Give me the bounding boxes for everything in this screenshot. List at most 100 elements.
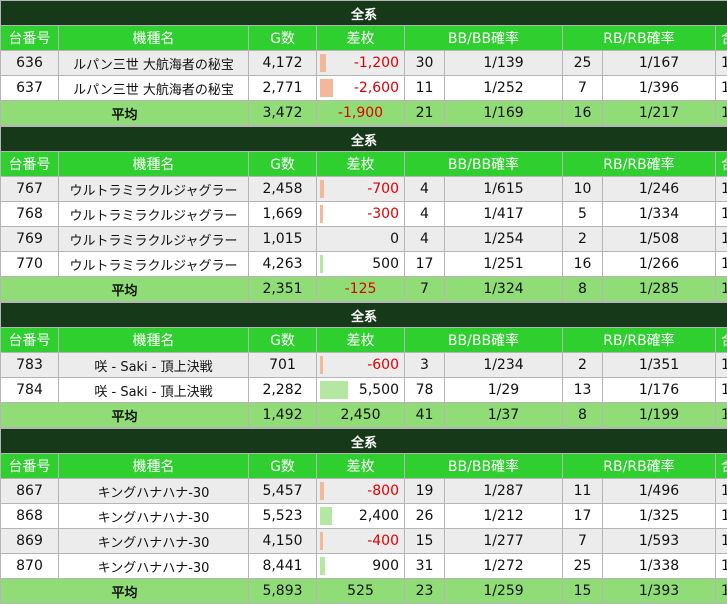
header-combined: 合成 [716,328,727,353]
positive-difference-bar [320,381,348,399]
machine-name: 咲 - Saki - 頂上決戦 [59,378,249,403]
negative-difference-bar [320,205,323,223]
combined-rate: 1/185 [716,202,727,227]
column-header-row: 台番号機種名G数差枚BB/BB確率RB/RB確率合成 [1,152,727,177]
unit-number: 768 [1,202,59,227]
bb-rate: 1/277 [445,529,563,554]
bb-count: 3 [405,353,445,378]
average-rb-count: 15 [563,579,603,604]
average-difference: 2,450 [317,403,405,428]
positive-difference-bar [320,507,332,525]
bb-count: 31 [405,554,445,579]
games-count: 701 [249,353,317,378]
difference-cell: -700 [317,177,405,202]
positive-difference-bar [320,255,323,273]
header-bb: BB/BB確率 [405,26,563,51]
bb-rate: 1/287 [445,479,563,504]
bb-count: 4 [405,177,445,202]
bb-rate: 1/417 [445,202,563,227]
machine-group-table: 全系台番号機種名G数差枚BB/BB確率RB/RB確率合成783咲 - Saki … [0,302,727,428]
average-bb-rate: 1/169 [445,101,563,126]
bb-count: 19 [405,479,445,504]
average-rb-rate: 1/199 [603,403,716,428]
difference-cell: -300 [317,202,405,227]
rb-rate: 1/338 [603,554,716,579]
average-rb-rate: 1/217 [603,101,716,126]
table-row[interactable]: 770ウルトラミラクルジャグラー4,263500171/251161/2661/… [1,252,727,277]
table-row[interactable]: 867キングハナハナ-305,457-800191/287111/4961/18… [1,479,727,504]
group-header-row: 全系 [1,1,727,26]
machine-name: キングハナハナ-30 [59,504,249,529]
difference-cell: 0 [317,227,405,252]
average-games: 2,351 [249,277,317,302]
rb-count: 2 [563,353,603,378]
table-row[interactable]: 768ウルトラミラクルジャグラー1,669-30041/41751/3341/1… [1,202,727,227]
table-row[interactable]: 637ルパン三世 大航海者の秘宝2,771-2,600111/25271/396… [1,76,727,101]
average-bb-count: 41 [405,403,445,428]
difference-value: 500 [372,256,399,272]
table-row[interactable]: 868キングハナハナ-305,5232,400261/212171/3251/1… [1,504,727,529]
difference-value: 5,500 [359,382,399,398]
rb-count: 2 [563,227,603,252]
combined-rate: 1/128 [716,504,727,529]
machine-name: キングハナハナ-30 [59,554,249,579]
table-row[interactable]: 769ウルトラミラクルジャグラー1,015041/25421/5081/169 [1,227,727,252]
difference-value: 2,400 [359,508,399,524]
table-row[interactable]: 870キングハナハナ-308,441900311/272251/3381/151 [1,554,727,579]
rb-rate: 1/167 [603,51,716,76]
average-rb-count: 16 [563,101,603,126]
rb-count: 16 [563,252,603,277]
table-row[interactable]: 869キングハナハナ-304,150-400151/27771/5931/189 [1,529,727,554]
average-rb-count: 8 [563,277,603,302]
bb-rate: 1/29 [445,378,563,403]
average-games: 5,893 [249,579,317,604]
header-difference: 差枚 [317,26,405,51]
bb-rate: 1/139 [445,51,563,76]
header-rb: RB/RB確率 [563,454,716,479]
bb-rate: 1/252 [445,76,563,101]
unit-number: 767 [1,177,59,202]
average-rb-count: 8 [563,403,603,428]
header-machine-name: 機種名 [59,152,249,177]
combined-rate: 1/176 [716,177,727,202]
difference-value: 0 [390,231,399,247]
difference-cell: -400 [317,529,405,554]
games-count: 4,263 [249,252,317,277]
bb-count: 11 [405,76,445,101]
group-title: 全系 [1,303,727,328]
bb-rate: 1/251 [445,252,563,277]
machine-name: ルパン三世 大航海者の秘宝 [59,51,249,76]
group-header-row: 全系 [1,127,727,152]
table-row[interactable]: 636ルパン三世 大航海者の秘宝4,172-1,200301/139251/16… [1,51,727,76]
average-rb-rate: 1/393 [603,579,716,604]
negative-difference-bar [320,79,333,97]
average-bb-rate: 1/324 [445,277,563,302]
header-unit-number: 台番号 [1,26,59,51]
header-difference: 差枚 [317,152,405,177]
header-combined: 合成 [716,454,727,479]
rb-rate: 1/351 [603,353,716,378]
games-count: 5,457 [249,479,317,504]
average-combined-rate: 1/156 [716,579,727,604]
average-bb-rate: 1/37 [445,403,563,428]
table-row[interactable]: 783咲 - Saki - 頂上決戦701-60031/23421/3511/1… [1,353,727,378]
difference-cell: -1,200 [317,51,405,76]
average-difference: -125 [317,277,405,302]
machine-group-table: 全系台番号機種名G数差枚BB/BB確率RB/RB確率合成636ルパン三世 大航海… [0,0,727,126]
table-row[interactable]: 784咲 - Saki - 頂上決戦2,2825,500781/29131/17… [1,378,727,403]
bb-count: 4 [405,202,445,227]
rb-rate: 1/246 [603,177,716,202]
difference-value: -800 [367,483,399,499]
positive-difference-bar [320,557,325,575]
table-row[interactable]: 767ウルトラミラクルジャグラー2,458-70041/615101/2461/… [1,177,727,202]
games-count: 1,669 [249,202,317,227]
combined-rate: 1/182 [716,479,727,504]
average-difference: 525 [317,579,405,604]
rb-count: 25 [563,554,603,579]
machine-name: キングハナハナ-30 [59,529,249,554]
combined-rate: 1/76 [716,51,727,76]
difference-cell: 500 [317,252,405,277]
average-row: 平均1,4922,450411/3781/1991/31 [1,403,727,428]
header-combined: 合成 [716,26,727,51]
rb-rate: 1/266 [603,252,716,277]
